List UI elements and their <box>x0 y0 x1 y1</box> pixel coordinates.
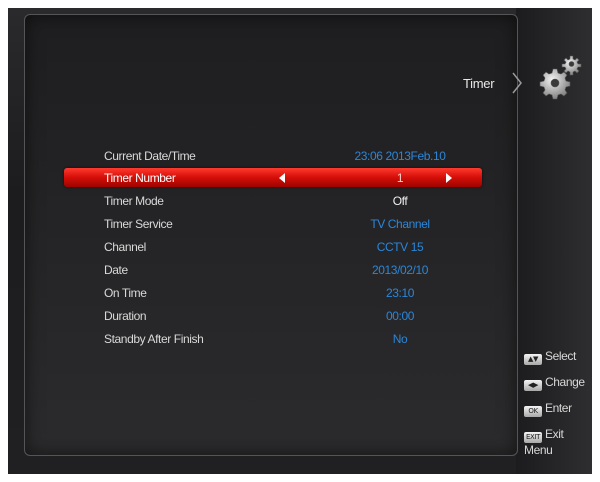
row-label: Timer Service <box>104 217 173 231</box>
row-value: No <box>392 332 408 346</box>
help-label: Change <box>545 375 585 389</box>
row-label: Timer Mode <box>104 194 164 208</box>
arrow-left-icon[interactable] <box>279 173 285 183</box>
row-duration[interactable]: Duration 00:00 <box>58 306 488 325</box>
row-value: Off <box>392 194 408 208</box>
help-enter: OK Enter <box>524 401 572 417</box>
gears-icon <box>539 55 582 100</box>
row-value: CCTV 15 <box>376 240 424 254</box>
row-label: Duration <box>104 309 147 323</box>
row-channel[interactable]: Channel CCTV 15 <box>58 237 488 256</box>
page-title: Timer <box>463 76 495 91</box>
change-key-icon: ◀▶ <box>524 380 542 391</box>
tv-screen: Timer Current Date/Time 23:06 2013Feb.10… <box>8 8 592 474</box>
chevron-right-icon <box>512 72 522 94</box>
row-on-time[interactable]: On Time 23:10 <box>58 283 488 302</box>
help-select: ▲▼ Select <box>524 349 576 365</box>
row-label: Current Date/Time <box>104 149 196 163</box>
row-current-date-time: Current Date/Time 23:06 2013Feb.10 <box>58 146 488 165</box>
row-value: 2013/02/10 <box>371 263 429 277</box>
row-value: 23:06 2013Feb.10 <box>354 149 446 163</box>
ok-key-icon: OK <box>524 406 542 417</box>
row-label: On Time <box>104 286 147 300</box>
row-value: TV Channel <box>370 217 430 231</box>
help-label: Enter <box>545 401 572 415</box>
row-value: 23:10 <box>385 286 415 300</box>
row-date[interactable]: Date 2013/02/10 <box>58 260 488 279</box>
row-timer-mode[interactable]: Timer Mode Off <box>58 191 488 210</box>
row-value: 00:00 <box>385 309 415 323</box>
timer-menu-panel <box>24 14 518 456</box>
row-timer-number[interactable]: Timer Number 1 <box>64 168 482 187</box>
row-label: Standby After Finish <box>104 332 204 346</box>
row-label: Date <box>104 263 128 277</box>
row-standby-after-finish[interactable]: Standby After Finish No <box>58 329 488 348</box>
help-label: Select <box>545 349 576 363</box>
help-exit-menu: EXIT Exit Menu <box>524 427 592 457</box>
row-label: Timer Number <box>104 171 176 185</box>
help-change: ◀▶ Change <box>524 375 585 391</box>
arrow-right-icon[interactable] <box>446 173 452 183</box>
row-label: Channel <box>104 240 146 254</box>
select-key-icon: ▲▼ <box>524 354 542 365</box>
row-timer-service[interactable]: Timer Service TV Channel <box>58 214 488 233</box>
exit-key-icon: EXIT <box>524 432 542 443</box>
